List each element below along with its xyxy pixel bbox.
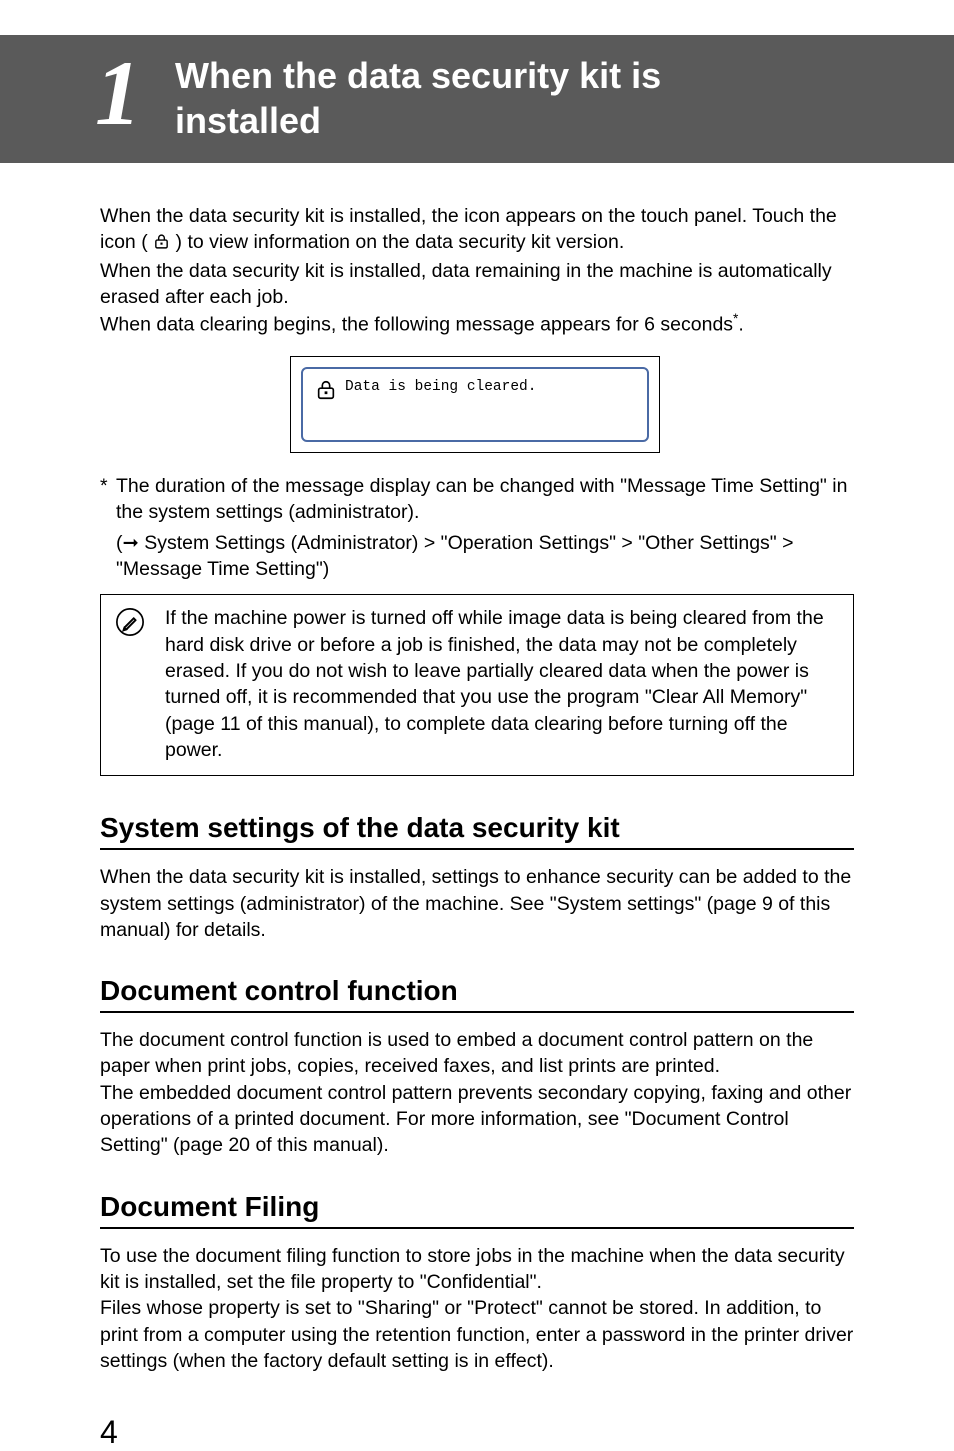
- arrow-icon: ➞: [123, 532, 139, 554]
- page-number: 4: [100, 1414, 954, 1451]
- intro-para-2: When the data security kit is installed,…: [100, 258, 854, 311]
- footnote-sub: (➞ System Settings (Administrator) > "Op…: [116, 530, 854, 583]
- chapter-title-line2: installed: [175, 100, 321, 141]
- page: 1 When the data security kit is installe…: [0, 0, 954, 1451]
- intro-para-1: When the data security kit is installed,…: [100, 203, 854, 258]
- touch-lock-icon: [153, 231, 170, 257]
- footnote: * The duration of the message display ca…: [100, 473, 854, 526]
- note-text: If the machine power is turned off while…: [165, 605, 833, 763]
- body-content: When the data security kit is installed,…: [0, 203, 954, 1374]
- chapter-title: When the data security kit is installed: [95, 53, 924, 143]
- doc-filing-p1: To use the document filing function to s…: [100, 1245, 845, 1293]
- footnote-text: The duration of the message display can …: [116, 473, 854, 526]
- clearing-lock-icon: [315, 379, 337, 406]
- doc-control-p2: The embedded document control pattern pr…: [100, 1082, 851, 1157]
- intro-block: When the data security kit is installed,…: [100, 203, 854, 338]
- intro-para-3: When data clearing begins, the following…: [100, 310, 854, 338]
- intro-p1b: ) to view information on the data securi…: [176, 231, 625, 253]
- heading-system-settings: System settings of the data security kit: [100, 812, 854, 850]
- doc-control-p1: The document control function is used to…: [100, 1029, 813, 1077]
- section-system-settings-body: When the data security kit is installed,…: [100, 864, 854, 943]
- chapter-title-line1: When the data security kit is: [175, 55, 661, 96]
- intro-p3a: When data clearing begins, the following…: [100, 314, 733, 336]
- note-pencil-icon: [115, 605, 147, 763]
- intro-p3b: .: [738, 314, 743, 336]
- clearing-message-inner: Data is being cleared.: [301, 367, 649, 442]
- section-document-filing-body: To use the document filing function to s…: [100, 1243, 854, 1375]
- heading-document-filing: Document Filing: [100, 1191, 854, 1229]
- clearing-message-box: Data is being cleared.: [290, 356, 660, 453]
- clearing-message-text: Data is being cleared.: [345, 379, 536, 395]
- footnote-mark: *: [100, 473, 110, 526]
- heading-document-control: Document control function: [100, 975, 854, 1013]
- chapter-banner: 1 When the data security kit is installe…: [0, 35, 954, 163]
- section-document-control-body: The document control function is used to…: [100, 1027, 854, 1159]
- footnote-sub-text: System Settings (Administrator) > "Opera…: [116, 532, 794, 580]
- chapter-number: 1: [95, 47, 141, 139]
- note-box: If the machine power is turned off while…: [100, 594, 854, 776]
- doc-filing-p2: Files whose property is set to "Sharing"…: [100, 1297, 853, 1372]
